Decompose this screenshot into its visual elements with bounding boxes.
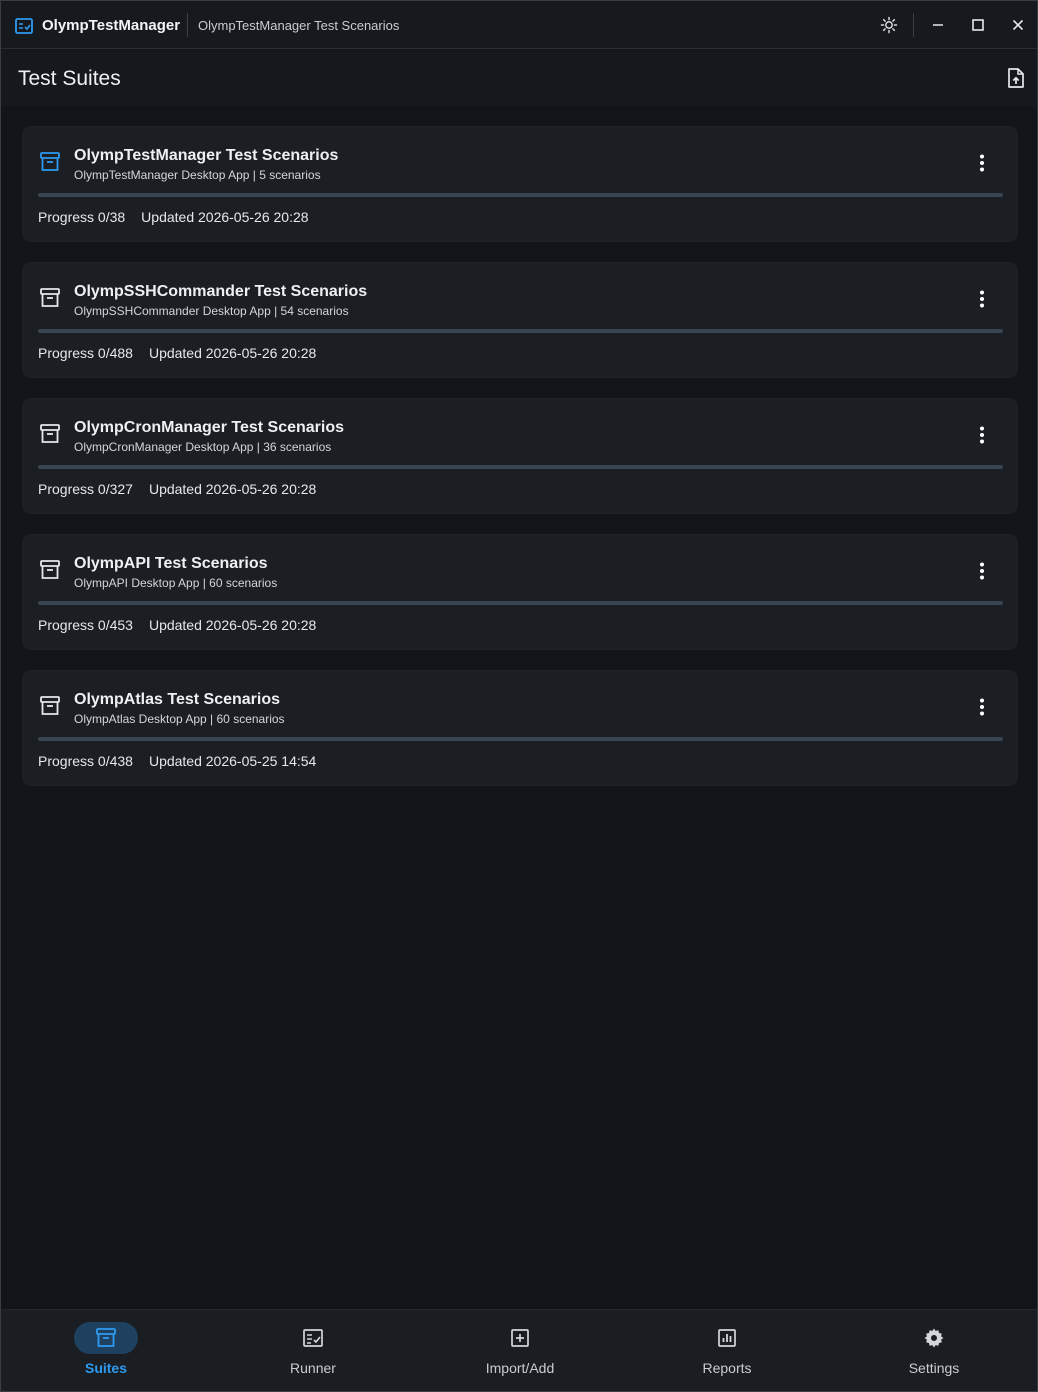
suite-progress-label: Progress 0/453 — [38, 617, 133, 633]
nav-indicator — [74, 1322, 138, 1354]
more-vertical-icon — [980, 426, 984, 444]
plus-square-icon — [511, 1329, 529, 1347]
suite-menu-button[interactable] — [971, 424, 993, 446]
app-name: OlympTestManager — [42, 17, 181, 34]
more-vertical-icon — [980, 290, 984, 308]
archive-box-icon — [39, 423, 61, 445]
more-vertical-icon — [980, 698, 984, 716]
archive-box-icon — [39, 559, 61, 581]
titlebar-separator — [913, 13, 914, 37]
suite-meta: Progress 0/488 Updated 2026-05-26 20:28 — [38, 345, 316, 361]
suite-card[interactable]: OlympAPI Test Scenarios OlympAPI Desktop… — [22, 534, 1018, 650]
page-title: Test Suites — [18, 67, 121, 90]
nav-indicator — [695, 1322, 759, 1354]
suite-title: OlympTestManager Test Scenarios — [74, 147, 339, 164]
suite-updated-label: Updated 2026-05-26 20:28 — [148, 345, 317, 361]
suite-card[interactable]: OlympTestManager Test Scenarios OlympTes… — [22, 126, 1018, 242]
suite-card[interactable]: OlympAtlas Test Scenarios OlympAtlas Des… — [22, 670, 1018, 786]
theme-toggle-button[interactable] — [877, 13, 901, 37]
bottom-nav: Suites Runner Import/Add Reports Setting… — [1, 1309, 1037, 1391]
title-bar: OlympTestManager OlympTestManager Test S… — [1, 1, 1037, 49]
nav-label: Suites — [84, 1360, 127, 1376]
suite-subtitle: OlympSSHCommander Desktop App | 54 scena… — [74, 304, 349, 318]
suite-subtitle: OlympAtlas Desktop App | 60 scenarios — [74, 712, 285, 726]
suite-card[interactable]: OlympSSHCommander Test Scenarios OlympSS… — [22, 262, 1018, 378]
suite-updated-label: Updated 2026-05-26 20:28 — [148, 481, 317, 497]
suite-title: OlympAtlas Test Scenarios — [74, 691, 280, 708]
more-vertical-icon — [980, 562, 984, 580]
suite-meta: Progress 0/453 Updated 2026-05-26 20:28 — [38, 617, 316, 633]
gear-icon — [924, 1328, 944, 1348]
more-vertical-icon — [980, 154, 984, 172]
export-button[interactable] — [1005, 66, 1027, 90]
suite-progress-bar — [38, 737, 1003, 741]
bar-chart-icon — [718, 1329, 736, 1347]
nav-indicator — [281, 1322, 345, 1354]
suite-subtitle: OlympTestManager Desktop App | 5 scenari… — [74, 168, 321, 182]
nav-label: Import/Add — [485, 1360, 555, 1376]
app-logo-icon — [15, 17, 33, 35]
nav-item-reports[interactable]: Reports — [657, 1310, 797, 1392]
maximize-icon — [972, 19, 984, 31]
suite-progress-bar — [38, 329, 1003, 333]
minimize-icon — [933, 24, 943, 26]
suite-progress-bar — [38, 193, 1003, 197]
suite-meta: Progress 0/327 Updated 2026-05-26 20:28 — [38, 481, 316, 497]
nav-indicator — [902, 1322, 966, 1354]
window-subtitle: OlympTestManager Test Scenarios — [198, 18, 400, 33]
suite-updated-label: Updated 2026-05-25 14:54 — [148, 753, 317, 769]
suite-updated-label: Updated 2026-05-26 20:28 — [141, 209, 309, 225]
suite-progress-bar — [38, 465, 1003, 469]
nav-label: Settings — [908, 1360, 960, 1376]
minimize-button[interactable] — [926, 13, 950, 37]
checklist-icon — [303, 1329, 323, 1347]
suite-progress-label: Progress 0/438 — [38, 753, 133, 769]
suite-title: OlympSSHCommander Test Scenarios — [74, 283, 368, 300]
file-export-icon — [1008, 68, 1024, 88]
archive-box-icon — [39, 287, 61, 309]
suite-menu-button[interactable] — [971, 288, 993, 310]
suite-meta: Progress 0/438 Updated 2026-05-25 14:54 — [38, 753, 316, 769]
archive-box-icon — [96, 1328, 116, 1347]
app-window: OlympTestManager OlympTestManager Test S… — [0, 0, 1038, 1392]
suite-menu-button[interactable] — [971, 152, 993, 174]
suite-card[interactable]: OlympCronManager Test Scenarios OlympCro… — [22, 398, 1018, 514]
maximize-button[interactable] — [966, 13, 990, 37]
nav-item-runner[interactable]: Runner — [243, 1310, 383, 1392]
close-icon — [1012, 19, 1024, 31]
nav-label: Runner — [290, 1360, 336, 1376]
archive-box-icon — [39, 151, 61, 173]
title-separator — [187, 13, 188, 37]
suite-progress-label: Progress 0/488 — [38, 345, 133, 361]
suite-updated-label: Updated 2026-05-26 20:28 — [148, 617, 317, 633]
suite-title: OlympAPI Test Scenarios — [74, 555, 268, 572]
suite-meta: Progress 0/38 Updated 2026-05-26 20:28 — [38, 209, 309, 225]
nav-item-settings[interactable]: Settings — [864, 1310, 1004, 1392]
nav-item-suites[interactable]: Suites — [36, 1310, 176, 1392]
close-button[interactable] — [1006, 13, 1030, 37]
suite-progress-bar — [38, 601, 1003, 605]
suite-menu-button[interactable] — [971, 696, 993, 718]
page-header: Test Suites — [1, 50, 1037, 106]
suite-subtitle: OlympCronManager Desktop App | 36 scenar… — [74, 440, 332, 454]
nav-label: Reports — [702, 1360, 752, 1376]
theme-sun-icon — [880, 16, 898, 34]
archive-box-icon — [39, 695, 61, 717]
suite-subtitle: OlympAPI Desktop App | 60 scenarios — [74, 576, 278, 590]
suite-progress-label: Progress 0/327 — [38, 481, 133, 497]
suite-title: OlympCronManager Test Scenarios — [74, 419, 344, 436]
nav-item-import-add[interactable]: Import/Add — [450, 1310, 590, 1392]
suite-menu-button[interactable] — [971, 560, 993, 582]
suite-progress-label: Progress 0/38 — [38, 209, 126, 225]
nav-indicator — [488, 1322, 552, 1354]
